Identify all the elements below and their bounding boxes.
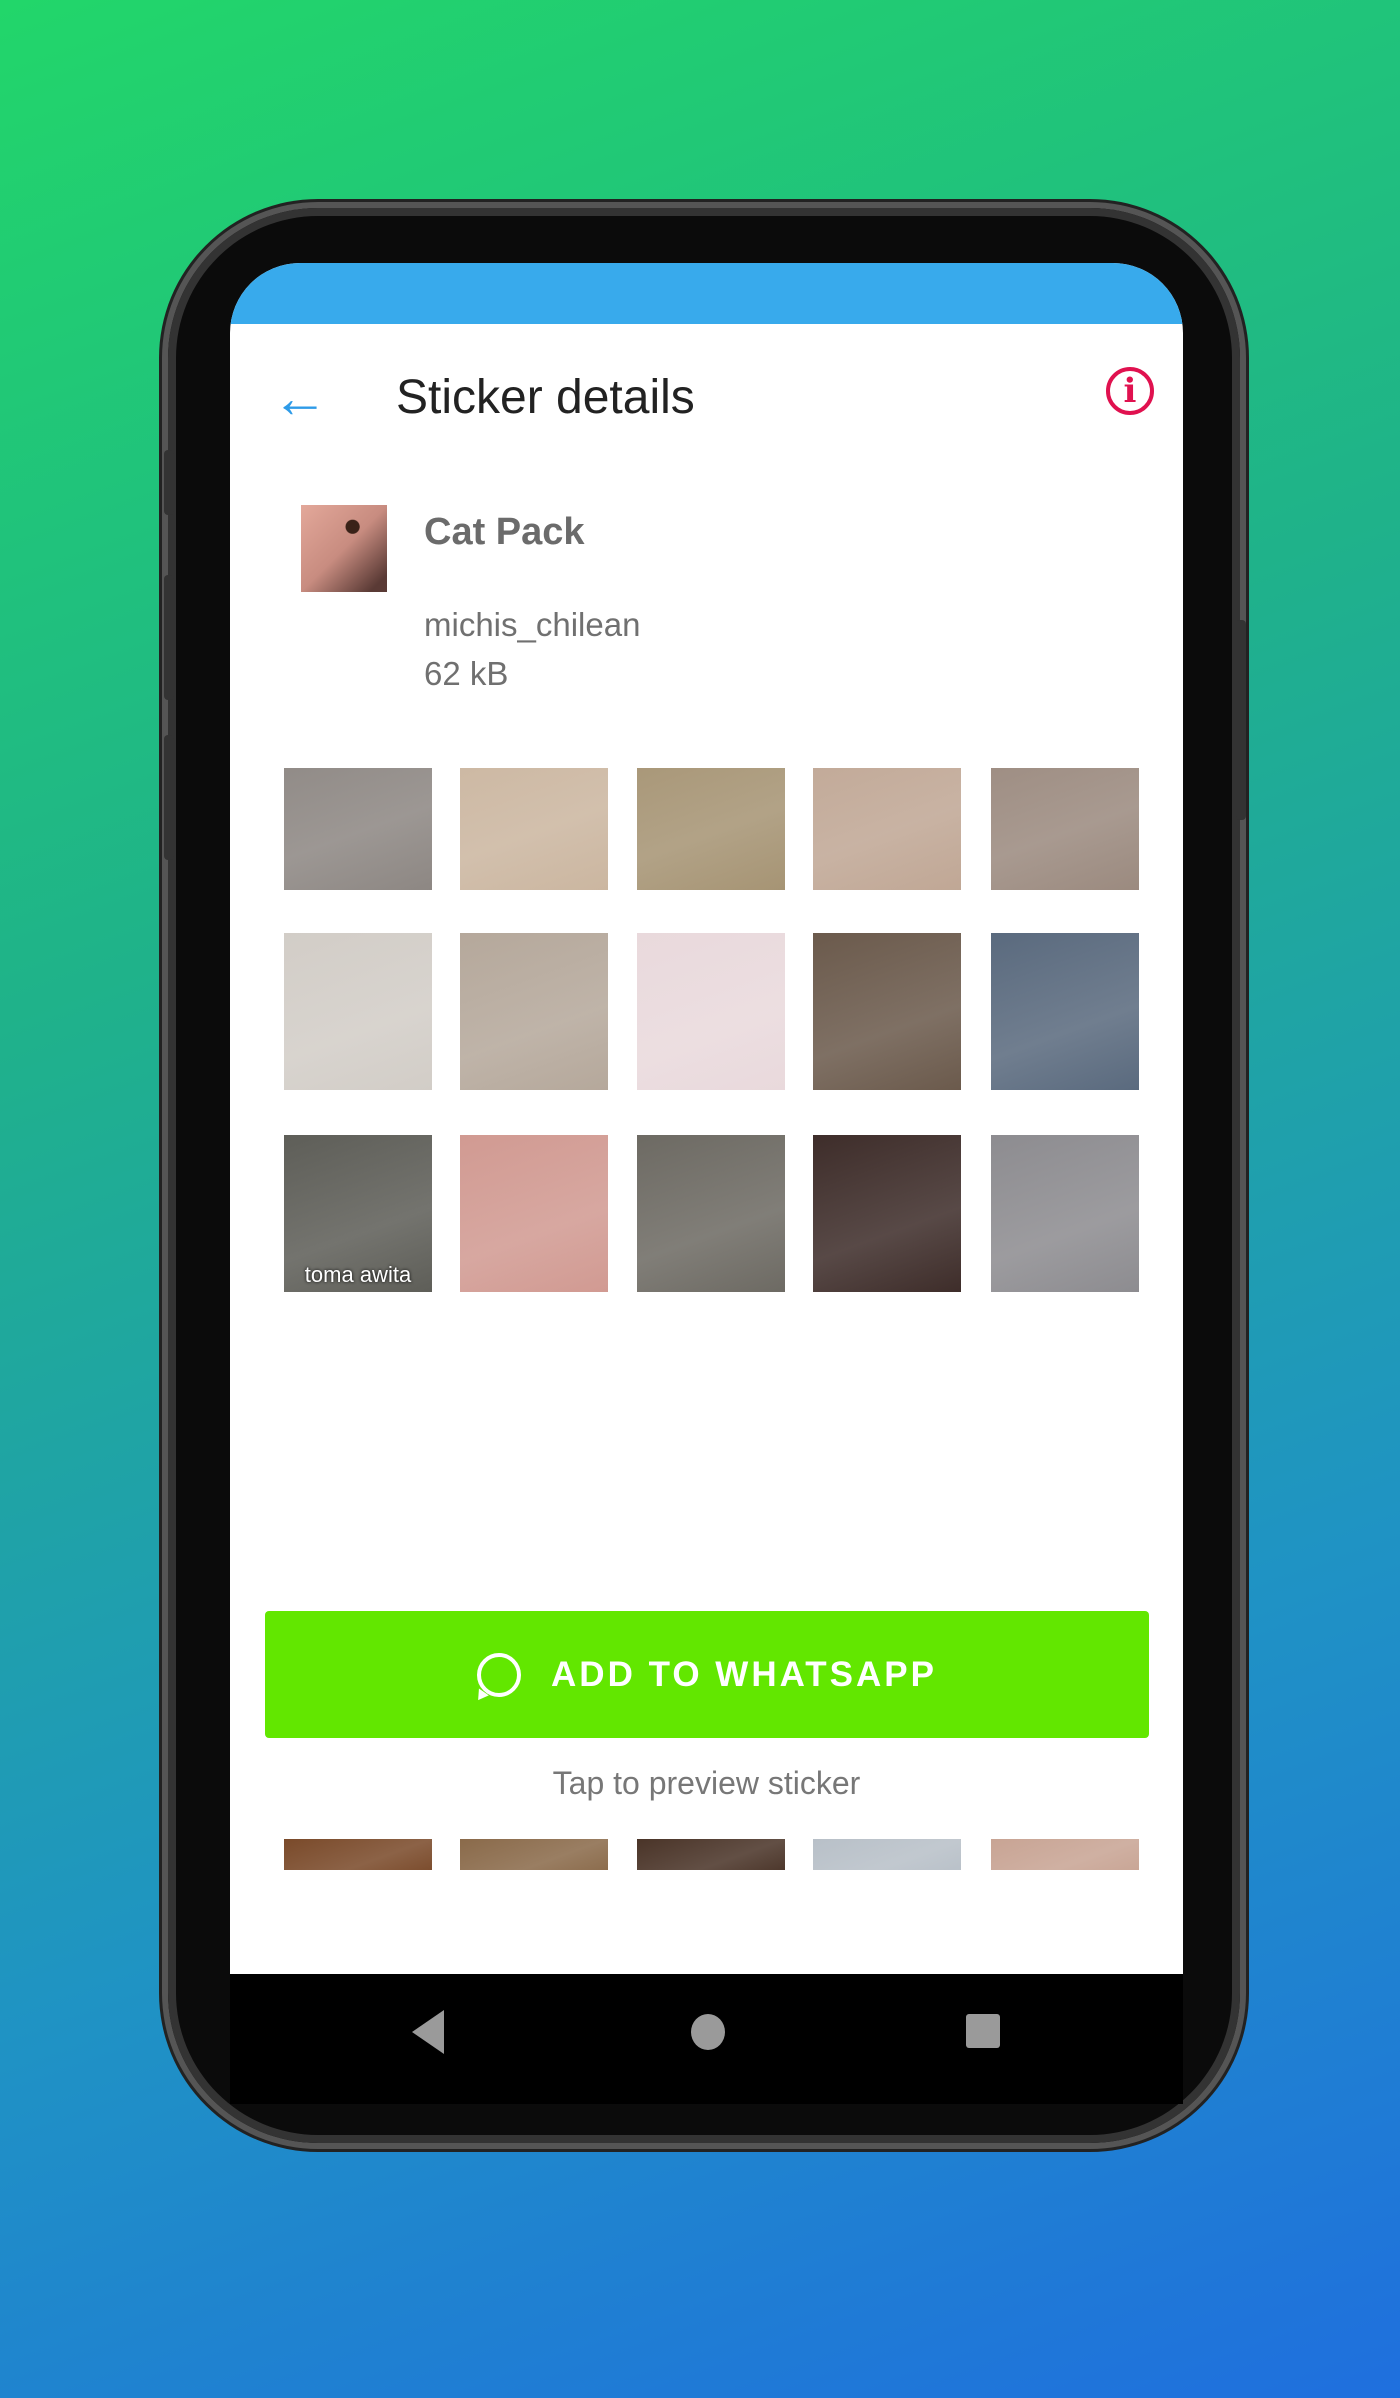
pack-author: michis_chilean: [424, 606, 641, 643]
sticker-item[interactable]: [637, 768, 785, 890]
sticker-item[interactable]: [637, 933, 785, 1090]
arrow-left-icon[interactable]: ←: [270, 368, 330, 428]
phone-button: [164, 575, 174, 700]
add-to-whatsapp-label: ADD TO WHATSAPP: [551, 1654, 937, 1694]
sticker-item[interactable]: [813, 933, 961, 1090]
sticker-item[interactable]: [813, 768, 961, 890]
sticker-item[interactable]: [460, 768, 608, 890]
sticker-item[interactable]: [991, 768, 1139, 890]
sticker-item[interactable]: [460, 933, 608, 1090]
sticker-item[interactable]: [637, 1135, 785, 1292]
pack-name: Cat Pack: [424, 511, 585, 553]
preview-hint: Tap to preview sticker: [552, 1765, 861, 1801]
sticker-caption: toma awita: [304, 1262, 412, 1287]
nav-back-icon[interactable]: [412, 2010, 444, 2054]
nav-home-icon[interactable]: [691, 2014, 725, 2050]
sticker-item[interactable]: [284, 933, 432, 1090]
sticker-item[interactable]: [813, 1839, 961, 1870]
page-title: Sticker details: [396, 371, 695, 424]
sticker-item[interactable]: [991, 933, 1139, 1090]
add-to-whatsapp-button[interactable]: ADD TO WHATSAPP: [265, 1611, 1149, 1738]
navigation-bar: [230, 1974, 1183, 2104]
sticker-item[interactable]: [991, 1839, 1139, 1870]
nav-recents-icon[interactable]: [966, 2014, 1000, 2048]
sticker-item[interactable]: toma awita: [284, 1135, 432, 1292]
sticker-item[interactable]: [637, 1839, 785, 1870]
sticker-item[interactable]: [284, 768, 432, 890]
phone-button: [164, 450, 174, 515]
phone-button: [164, 735, 174, 860]
whatsapp-icon: [477, 1652, 522, 1697]
app-screen: ← Sticker details i Cat Pack michis_chil…: [230, 263, 1183, 1974]
pack-tray-icon: [301, 505, 387, 592]
info-circle-icon[interactable]: i: [1106, 367, 1154, 415]
phone-button: [1236, 620, 1246, 820]
sticker-item[interactable]: [991, 1135, 1139, 1292]
sticker-item[interactable]: [460, 1135, 608, 1292]
sticker-item[interactable]: [284, 1839, 432, 1870]
sticker-item[interactable]: [460, 1839, 608, 1870]
sticker-item[interactable]: [813, 1135, 961, 1292]
pack-size: 62 kB: [424, 655, 509, 692]
status-bar: [230, 263, 1183, 324]
